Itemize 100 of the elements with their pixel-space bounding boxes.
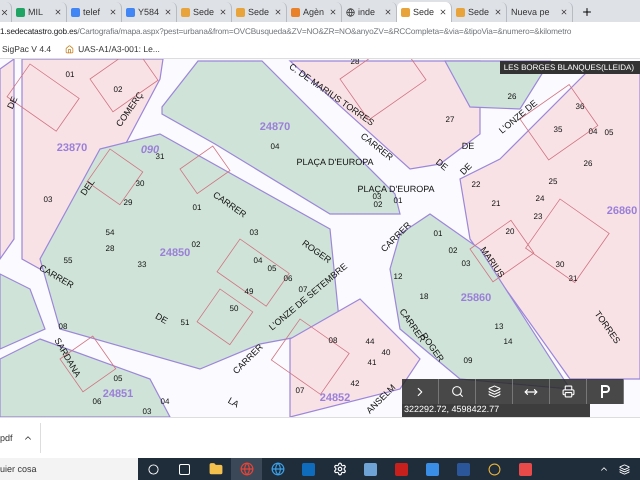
close-icon[interactable] [560,8,568,16]
parcel-number: 36 [576,102,584,111]
place-name: PLAÇA D'EUROPA [296,157,374,167]
parcel-number: 08 [328,336,338,345]
street-name: DE [5,94,20,111]
browser-tab[interactable]: Sede [397,2,452,22]
close-icon[interactable] [219,8,227,16]
parcel-number: 44 [366,337,374,346]
parcel-number: 08 [58,322,68,331]
layers-icon [488,385,500,398]
site-icon [401,8,410,16]
close-icon[interactable] [329,8,337,16]
parcel-number: 41 [368,358,376,367]
place-name: PLAÇA D'EUROPA [357,184,435,194]
block-number: 24870 [260,121,290,133]
search-icon [450,385,464,398]
parcel-number: 29 [124,198,132,207]
block-number: 24851 [102,388,134,400]
parcel-number: 23 [534,212,542,221]
parcel-number: 22 [472,180,480,189]
parcel-number: 01 [192,203,202,212]
parcel-number: 03 [44,195,52,204]
site-icon [236,8,245,16]
parcel-number: 02 [114,85,122,94]
parcel-number: 35 [554,125,562,134]
parcel-number: 13 [494,322,504,331]
street-name: DEL [78,177,97,198]
parcel-number: 05 [114,374,122,383]
street-name: DE [434,156,450,173]
block-number: 24852 [320,392,350,404]
parcel-number: 01 [434,229,442,238]
street-name: DE [154,310,170,326]
search-field[interactable]: uier cosa [0,458,138,480]
globe-icon [346,8,355,16]
parcel-number: 04 [160,397,170,406]
close-icon[interactable] [274,8,282,16]
parcel-number: 03 [462,259,470,268]
building-outline [196,288,254,346]
block-number: 24850 [160,247,190,259]
parcel-number: 30 [556,260,564,269]
parcel-number: 03 [372,192,382,201]
search-button[interactable] [439,379,476,404]
new-tab-icon[interactable] [581,6,593,18]
coordinates-readout: 322292.72, 4598422.77 [402,404,590,417]
parcel-number: 09 [464,356,472,365]
parcel-number: 12 [394,272,402,281]
parcel-number: 31 [568,274,578,283]
parcel-number: 01 [394,196,402,205]
site-icon [456,8,465,16]
parking-button[interactable] [587,379,624,404]
parcel-number: 04 [254,256,262,265]
parcel-number: 18 [420,292,428,301]
parcel-number: 20 [506,227,514,236]
bookmark[interactable]: UAS-A1/A3-001: Le... [65,44,160,54]
close-icon[interactable] [494,8,502,16]
parcel-number: 26 [508,92,516,101]
parcel-number: 33 [138,260,146,269]
parcel-number: 07 [296,386,304,395]
parcel-number: 50 [230,304,238,313]
parcel-number: 55 [64,256,72,265]
close-icon[interactable] [439,8,447,16]
parcel-number: 02 [374,200,382,209]
parcel-number: 27 [446,115,454,124]
parcel-number: 07 [298,285,308,294]
printer-icon [562,385,574,398]
bookmark[interactable]: SigPac V 4.4 [2,44,52,54]
parcel-number: 26 [584,159,592,168]
layers-button[interactable] [476,379,513,404]
parcel-number: 49 [244,287,254,296]
building-outline [469,220,534,282]
close-icon[interactable] [0,8,9,16]
parcel-number: 02 [192,240,200,249]
print-button[interactable] [550,379,587,404]
parcel-number: 06 [284,274,292,283]
street-name: DE [462,141,474,151]
measure-button[interactable] [513,379,550,404]
parcel-number: 02 [448,246,458,255]
parcel-number: 03 [250,228,258,237]
close-icon[interactable] [54,8,62,16]
house-icon [65,44,74,54]
parcel-number: 31 [156,152,164,161]
parcel-number: 14 [504,337,512,346]
site-icon [126,8,135,16]
parcel-number: 54 [106,228,114,237]
parcel-number: 25 [548,177,558,186]
site-icon [71,8,80,16]
close-icon[interactable] [109,8,117,16]
parcel-number: 05 [268,264,276,273]
close-icon[interactable] [384,8,392,16]
parcel-number: 24 [536,194,544,203]
site-icon [16,8,25,16]
block-number: 23870 [56,142,88,154]
parcel-number: 21 [492,199,500,208]
download-file[interactable]: pdf [0,433,13,443]
block-number: 25860 [460,292,492,304]
parcel-number: 30 [136,179,144,188]
close-icon[interactable] [164,8,172,16]
block-number: 26860 [606,205,638,217]
parcel-number: 03 [142,407,152,416]
site-icon [181,8,190,16]
